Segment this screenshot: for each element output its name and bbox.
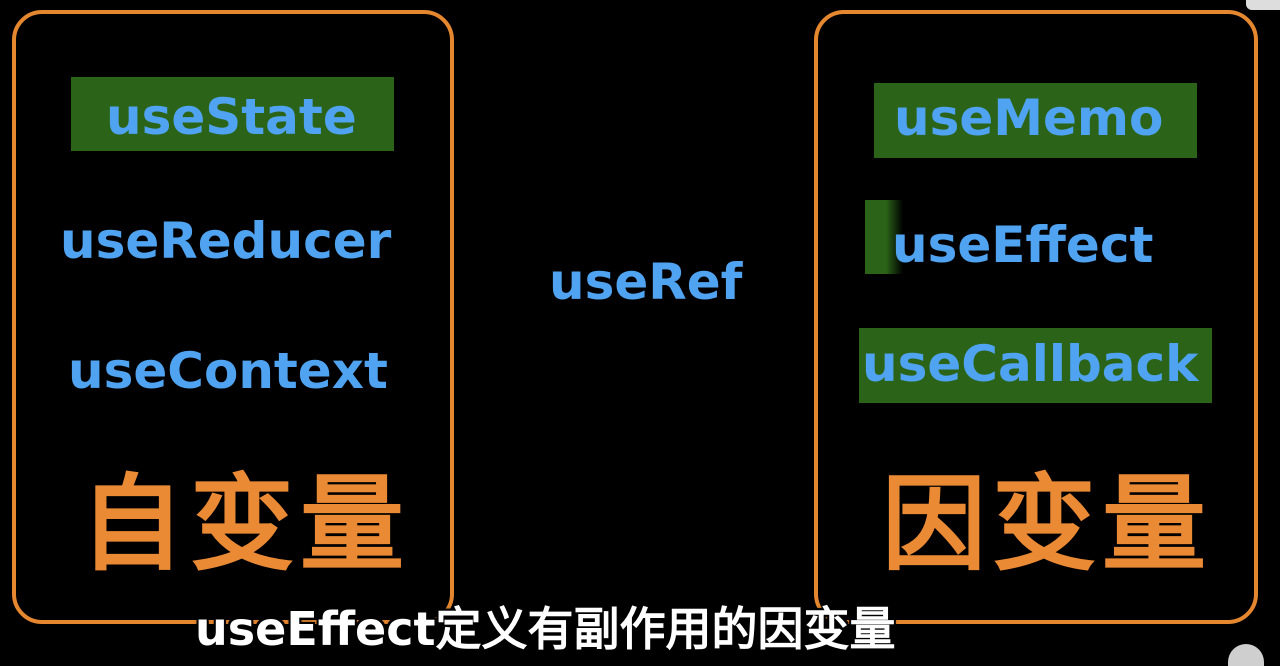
hook-usestate: useState xyxy=(106,88,357,146)
independent-variables-label: 自变量 xyxy=(80,463,411,585)
hook-usereducer: useReducer xyxy=(60,212,392,270)
hook-usecallback: useCallback xyxy=(862,335,1199,393)
hook-usecontext: useContext xyxy=(68,342,388,400)
video-frame: useState useReducer useContext 自变量 useRe… xyxy=(0,0,1280,666)
hook-useeffect: useEffect xyxy=(892,216,1154,274)
corner-logo-icon xyxy=(1228,644,1264,666)
corner-watermark-icon xyxy=(1246,0,1280,10)
dependent-variables-label: 因变量 xyxy=(882,463,1213,585)
video-subtitle: useEffect定义有副作用的因变量 xyxy=(195,602,896,656)
hook-useref: useRef xyxy=(549,253,743,311)
hook-usememo: useMemo xyxy=(894,89,1164,147)
